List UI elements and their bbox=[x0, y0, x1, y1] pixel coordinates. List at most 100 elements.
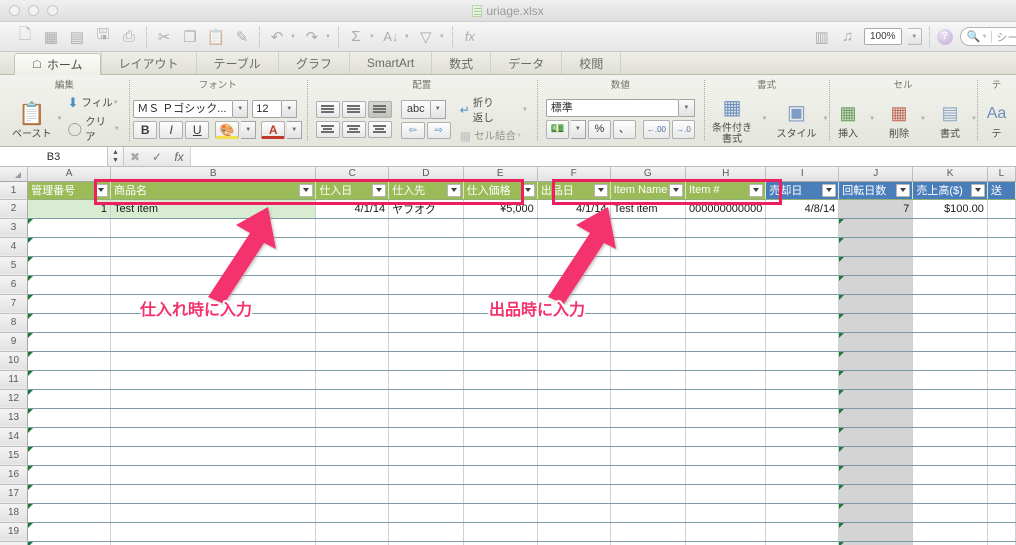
table-cell-l2[interactable] bbox=[987, 199, 1016, 219]
table-cell-a16[interactable] bbox=[27, 465, 111, 485]
table-cell-c13[interactable] bbox=[315, 408, 390, 428]
styles-button[interactable]: ▣ スタイル bbox=[772, 99, 820, 140]
table-cell-g11[interactable] bbox=[610, 370, 686, 390]
table-cell-k14[interactable] bbox=[912, 427, 988, 447]
cut-icon[interactable]: ✂ bbox=[154, 27, 174, 46]
table-cell-e12[interactable] bbox=[463, 389, 538, 409]
table-cell-f16[interactable] bbox=[537, 465, 611, 485]
table-cell-j12[interactable] bbox=[838, 389, 914, 409]
table-cell-l11[interactable] bbox=[987, 370, 1016, 390]
table-cell-j20[interactable] bbox=[838, 541, 914, 545]
table-cell-l15[interactable] bbox=[987, 446, 1016, 466]
table-cell-b15[interactable] bbox=[110, 446, 317, 466]
align-right-button[interactable] bbox=[367, 120, 392, 138]
table-cell-g12[interactable] bbox=[610, 389, 686, 409]
table-cell-k19[interactable] bbox=[912, 522, 988, 542]
table-cell-i14[interactable] bbox=[765, 427, 840, 447]
chevron-down-icon[interactable]: ▼ bbox=[920, 116, 926, 122]
row-header-13[interactable]: 13 bbox=[0, 408, 29, 428]
column-header-k[interactable]: K bbox=[912, 167, 988, 182]
column-header-j[interactable]: J bbox=[838, 167, 914, 182]
fill-button[interactable]: ⬇ フィル ▼ bbox=[68, 95, 120, 111]
table-cell-j6[interactable] bbox=[838, 275, 914, 295]
table-cell-h13[interactable] bbox=[685, 408, 767, 428]
table-cell-c19[interactable] bbox=[315, 522, 390, 542]
table-cell-c18[interactable] bbox=[315, 503, 390, 523]
align-center-button[interactable] bbox=[341, 120, 366, 138]
font-family-input[interactable]: ＭＳ Ｐゴシック... bbox=[133, 99, 234, 118]
row-header-17[interactable]: 17 bbox=[0, 484, 29, 504]
table-cell-c12[interactable] bbox=[315, 389, 390, 409]
table-cell-k5[interactable] bbox=[912, 256, 988, 276]
table-cell-j4[interactable] bbox=[838, 237, 914, 257]
table-cell-b11[interactable] bbox=[110, 370, 317, 390]
table-cell-b9[interactable] bbox=[110, 332, 317, 352]
table-cell-i6[interactable] bbox=[765, 275, 840, 295]
row-header-11[interactable]: 11 bbox=[0, 370, 29, 390]
table-cell-h20[interactable] bbox=[685, 541, 767, 545]
table-cell-d18[interactable] bbox=[388, 503, 464, 523]
table-cell-k17[interactable] bbox=[912, 484, 988, 504]
chevron-down-icon[interactable]: ▼ bbox=[762, 116, 768, 122]
open-template-icon[interactable]: ▦ bbox=[41, 27, 61, 46]
table-cell-k15[interactable] bbox=[912, 446, 988, 466]
table-cell-g13[interactable] bbox=[610, 408, 686, 428]
name-box[interactable]: B3 bbox=[0, 147, 108, 166]
table-cell-d8[interactable] bbox=[388, 313, 464, 333]
table-cell-k11[interactable] bbox=[912, 370, 988, 390]
table-cell-l4[interactable] bbox=[987, 237, 1016, 257]
filter-icon[interactable]: ▽ bbox=[416, 27, 436, 46]
table-cell-h6[interactable] bbox=[685, 275, 767, 295]
format-cells-button[interactable]: ▤ 書式 bbox=[931, 99, 969, 140]
table-cell-e19[interactable] bbox=[463, 522, 538, 542]
row-header-8[interactable]: 8 bbox=[0, 313, 29, 333]
table-cell-j19[interactable] bbox=[838, 522, 914, 542]
table-cell-j7[interactable] bbox=[838, 294, 914, 314]
table-cell-c15[interactable] bbox=[315, 446, 390, 466]
table-cell-j17[interactable] bbox=[838, 484, 914, 504]
column-header-l[interactable]: L bbox=[987, 167, 1016, 182]
table-cell-a5[interactable] bbox=[27, 256, 111, 276]
table-cell-c16[interactable] bbox=[315, 465, 390, 485]
table-cell-c7[interactable] bbox=[315, 294, 390, 314]
table-cell-g17[interactable] bbox=[610, 484, 686, 504]
row-header-15[interactable]: 15 bbox=[0, 446, 29, 466]
align-left-button[interactable] bbox=[315, 120, 340, 138]
table-cell-a11[interactable] bbox=[27, 370, 111, 390]
table-cell-d11[interactable] bbox=[388, 370, 464, 390]
table-cell-b16[interactable] bbox=[110, 465, 317, 485]
table-cell-k20[interactable] bbox=[912, 541, 988, 545]
number-format-input[interactable]: 標準 bbox=[545, 99, 679, 117]
table-cell-l9[interactable] bbox=[987, 332, 1016, 352]
table-cell-f9[interactable] bbox=[537, 332, 611, 352]
table-cell-i10[interactable] bbox=[765, 351, 840, 371]
table-cell-l12[interactable] bbox=[987, 389, 1016, 409]
tab-chart[interactable]: グラフ bbox=[277, 52, 349, 74]
chevron-down-icon[interactable]: ▼ bbox=[404, 34, 410, 40]
table-cell-b20[interactable] bbox=[110, 541, 317, 545]
table-cell-a4[interactable] bbox=[27, 237, 111, 257]
table-cell-c17[interactable] bbox=[315, 484, 390, 504]
table-cell-e18[interactable] bbox=[463, 503, 538, 523]
table-cell-j15[interactable] bbox=[838, 446, 914, 466]
table-cell-l3[interactable] bbox=[987, 218, 1016, 238]
undo-icon[interactable]: ↶ bbox=[267, 27, 287, 46]
chevron-down-icon[interactable]: ▼ bbox=[369, 34, 375, 40]
table-cell-a8[interactable] bbox=[27, 313, 111, 333]
table-cell-h9[interactable] bbox=[685, 332, 767, 352]
table-cell-b18[interactable] bbox=[110, 503, 317, 523]
table-cell-k7[interactable] bbox=[912, 294, 988, 314]
table-cell-f11[interactable] bbox=[537, 370, 611, 390]
table-cell-a17[interactable] bbox=[27, 484, 111, 504]
row-header-2[interactable]: 2 bbox=[0, 199, 29, 219]
open-folder-icon[interactable]: ▤ bbox=[67, 27, 87, 46]
table-cell-k2[interactable]: $100.00 bbox=[912, 199, 988, 219]
copy-icon[interactable]: ❐ bbox=[180, 27, 200, 46]
table-cell-g15[interactable] bbox=[610, 446, 686, 466]
tab-formulas[interactable]: 数式 bbox=[431, 52, 490, 74]
table-cell-l19[interactable] bbox=[987, 522, 1016, 542]
decrease-indent-button[interactable]: ⇦ bbox=[400, 121, 425, 139]
table-cell-c10[interactable] bbox=[315, 351, 390, 371]
table-cell-k6[interactable] bbox=[912, 275, 988, 295]
table-cell-l6[interactable] bbox=[987, 275, 1016, 295]
